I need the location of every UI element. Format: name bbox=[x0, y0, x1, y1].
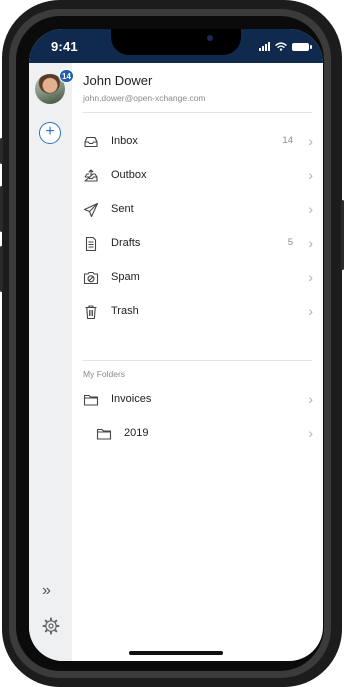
folder-row-spam[interactable]: Spam › bbox=[72, 261, 323, 295]
side-button bbox=[0, 246, 3, 292]
trash-icon bbox=[85, 305, 97, 320]
folder-label: Trash bbox=[111, 305, 139, 317]
account-email: john.dower@open-xchange.com bbox=[83, 93, 206, 103]
signal-icon bbox=[259, 42, 270, 51]
wifi-icon bbox=[275, 42, 287, 51]
folder-row-2019[interactable]: 2019 › bbox=[72, 417, 323, 451]
chevron-right-icon: › bbox=[308, 391, 313, 407]
account-rail bbox=[29, 63, 72, 661]
folder-row-sent[interactable]: Sent › bbox=[72, 193, 323, 227]
chevron-right-icon: › bbox=[308, 133, 313, 149]
status-bar: 9:41 bbox=[29, 29, 323, 63]
side-button bbox=[0, 186, 3, 232]
gear-icon[interactable] bbox=[42, 617, 60, 635]
divider bbox=[83, 360, 312, 361]
unread-count: 14 bbox=[282, 135, 293, 146]
folder-panel: John Dower john.dower@open-xchange.com I… bbox=[72, 63, 323, 661]
folder-label: Invoices bbox=[111, 393, 152, 405]
folder-icon bbox=[96, 428, 112, 440]
folder-row-outbox[interactable]: Outbox › bbox=[72, 159, 323, 193]
send-icon bbox=[83, 202, 99, 218]
unread-count: 5 bbox=[287, 237, 293, 248]
screen: 9:41 14 + » John Dower john.dower@open-x… bbox=[29, 29, 323, 661]
folder-label: Outbox bbox=[111, 169, 147, 181]
notch bbox=[111, 29, 241, 55]
home-indicator[interactable] bbox=[129, 651, 223, 655]
spam-icon bbox=[83, 271, 99, 285]
folder-label: 2019 bbox=[124, 427, 149, 439]
folder-label: Inbox bbox=[111, 135, 138, 147]
inbox-icon bbox=[84, 136, 98, 148]
chevron-right-icon: › bbox=[308, 425, 313, 441]
folder-icon bbox=[83, 394, 99, 406]
chevron-right-icon: › bbox=[308, 303, 313, 319]
folder-row-trash[interactable]: Trash › bbox=[72, 295, 323, 329]
side-button bbox=[0, 138, 3, 164]
draft-icon bbox=[85, 236, 97, 252]
folder-label: Spam bbox=[111, 271, 140, 283]
chevron-right-icon: › bbox=[308, 269, 313, 285]
status-icons bbox=[259, 41, 312, 51]
my-folders-heading: My Folders bbox=[83, 369, 126, 379]
camera-icon bbox=[207, 35, 213, 41]
add-account-button[interactable]: + bbox=[39, 122, 61, 144]
battery-icon bbox=[292, 43, 312, 51]
outbox-icon bbox=[84, 169, 98, 182]
status-time: 9:41 bbox=[51, 39, 78, 54]
folder-row-drafts[interactable]: Drafts 5 › bbox=[72, 227, 323, 261]
folder-label: Drafts bbox=[111, 237, 141, 249]
chevron-right-icon: › bbox=[308, 201, 313, 217]
expand-sidebar-button[interactable]: » bbox=[42, 583, 51, 599]
chevron-right-icon: › bbox=[308, 235, 313, 251]
folder-label: Sent bbox=[111, 203, 134, 215]
divider bbox=[83, 112, 312, 113]
folder-row-inbox[interactable]: Inbox 14 › bbox=[72, 125, 323, 159]
folder-row-invoices[interactable]: Invoices › bbox=[72, 383, 323, 417]
account-name: John Dower bbox=[83, 73, 153, 88]
chevron-right-icon: › bbox=[308, 167, 313, 183]
